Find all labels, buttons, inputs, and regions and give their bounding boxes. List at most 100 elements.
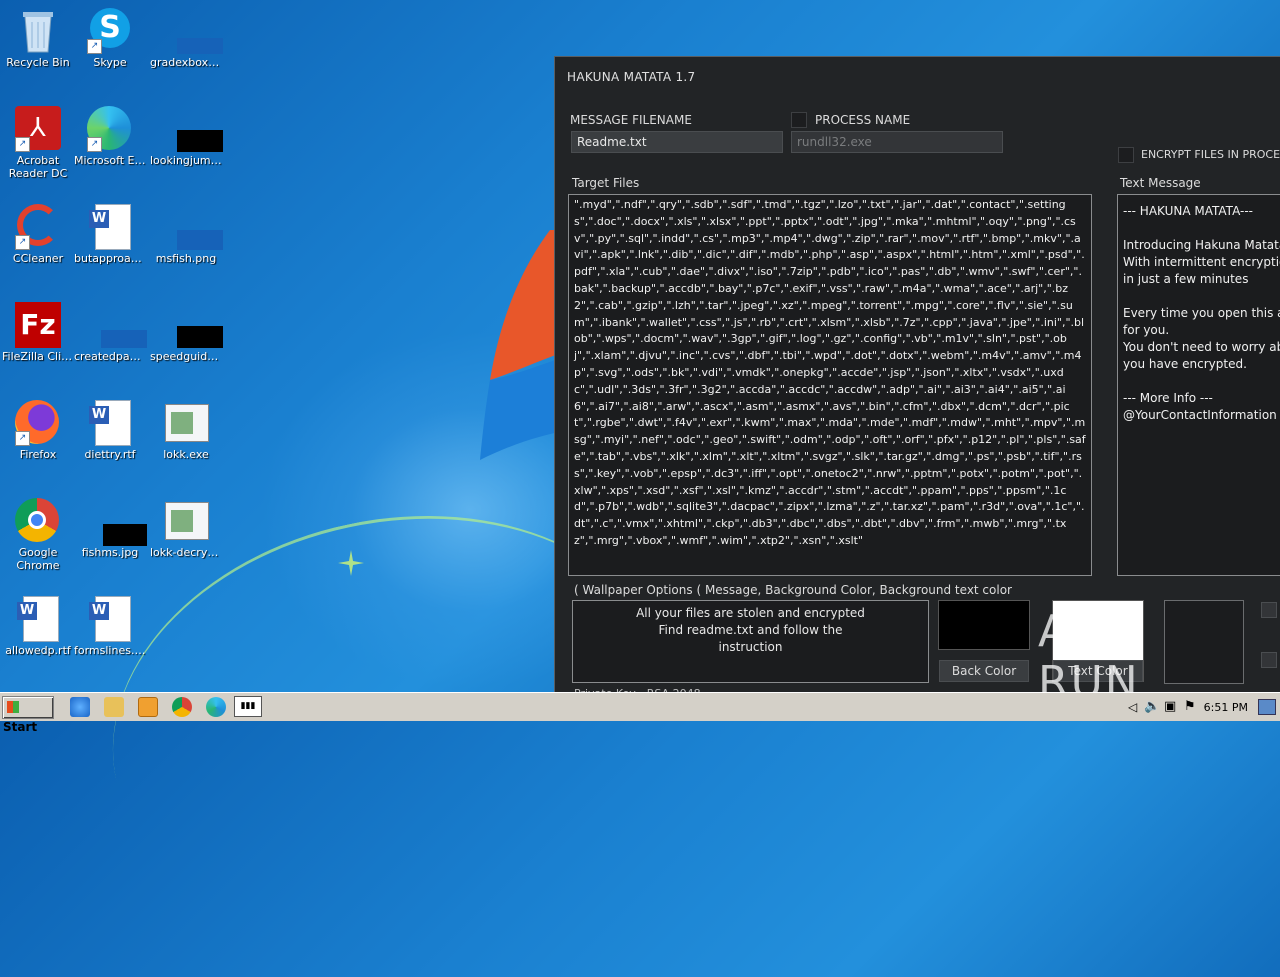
desktop-icon-label: Firefox bbox=[19, 448, 57, 461]
desktop-icon-chrome[interactable]: Google Chrome bbox=[0, 494, 76, 572]
process-name-label: PROCESS NAME bbox=[815, 113, 911, 127]
desktop-icon-label: formslines.rtf bbox=[74, 644, 148, 657]
desktop-icon-lokk-decryp[interactable]: lokk-decryp... bbox=[148, 494, 224, 559]
wallpaper-message-line: instruction bbox=[718, 640, 783, 654]
start-label: Start bbox=[3, 720, 38, 734]
hakuna-matata-window: HAKUNA MATATA 1.7 MESSAGE FILENAME Readm… bbox=[554, 56, 1280, 694]
desktop-icon-firefox[interactable]: ↗ Firefox bbox=[0, 396, 76, 461]
shortcut-arrow-icon: ↗ bbox=[15, 235, 30, 250]
desktop-icon-label: lookingjump... bbox=[150, 154, 224, 167]
desktop-icon-label: msfish.png bbox=[155, 252, 217, 265]
message-filename-label: MESSAGE FILENAME bbox=[570, 113, 692, 127]
desktop-icon-allowedp[interactable]: W allowedp.rtf bbox=[0, 592, 76, 657]
desktop-icon-gradexbox[interactable]: gradexbox.... bbox=[148, 4, 224, 69]
anyrun-watermark: ANY RUN bbox=[1038, 606, 1238, 708]
desktop-icon-label: gradexbox.... bbox=[150, 56, 223, 69]
desktop-icon-acrobat[interactable]: ⅄ ↗ Acrobat Reader DC bbox=[0, 102, 76, 180]
process-name-checkbox[interactable] bbox=[791, 112, 807, 128]
shortcut-arrow-icon: ↗ bbox=[87, 137, 102, 152]
file-icon bbox=[163, 302, 223, 348]
active-app-taskbar-icon[interactable]: ▮▮▮ bbox=[234, 696, 262, 717]
speaker-icon[interactable]: 🔈 bbox=[1144, 699, 1160, 714]
desktop-icon-label: allowedp.rtf bbox=[5, 644, 71, 657]
desktop-icon-label: fishms.jpg bbox=[81, 546, 139, 559]
desktop-icon-msfish[interactable]: msfish.png bbox=[148, 200, 224, 265]
file-icon bbox=[163, 8, 223, 54]
system-tray: ◁ 🔈 ▣ ⚑ 6:51 PM bbox=[1120, 695, 1280, 719]
desktop-icon-formslines[interactable]: W formslines.rtf bbox=[72, 592, 148, 657]
wallpaper-message-line: All your files are stolen and encrypted bbox=[636, 606, 865, 620]
encrypt-in-process-checkbox[interactable] bbox=[1118, 147, 1134, 163]
desktop-icon-label: butapproac... bbox=[74, 252, 148, 265]
desktop-icon-label: speedguideli... bbox=[150, 350, 224, 363]
message-filename-input[interactable]: Readme.txt bbox=[571, 131, 783, 153]
desktop-icon-label: CCleaner bbox=[12, 252, 64, 265]
desktop-icon-label: Recycle Bin bbox=[6, 56, 70, 69]
chrome-icon bbox=[15, 498, 61, 544]
desktop-icon-diettry[interactable]: W diettry.rtf bbox=[72, 396, 148, 461]
desktop-icon-fishms[interactable]: fishms.jpg bbox=[72, 494, 148, 559]
encrypt-in-process-label: ENCRYPT FILES IN PROCESS bbox=[1141, 148, 1280, 161]
process-name-input[interactable]: rundll32.exe bbox=[791, 131, 1003, 153]
wallpaper-options-label: ( Wallpaper Options ( Message, Backgroun… bbox=[574, 583, 1012, 597]
option-button[interactable] bbox=[1261, 652, 1277, 668]
back-color-swatch[interactable] bbox=[938, 600, 1030, 650]
clock[interactable]: 6:51 PM bbox=[1204, 701, 1248, 714]
start-button[interactable]: Start bbox=[2, 696, 54, 734]
wallpaper-message-textarea[interactable]: All your files are stolen and encrypted … bbox=[572, 600, 929, 683]
back-color-button[interactable]: Back Color bbox=[939, 660, 1029, 682]
file-icon bbox=[163, 106, 223, 152]
desktop-icon-ccleaner[interactable]: ↗ CCleaner bbox=[0, 200, 76, 265]
desktop-icon-label: diettry.rtf bbox=[84, 448, 136, 461]
window-title: HAKUNA MATATA 1.7 bbox=[567, 70, 696, 84]
filezilla-icon: Fz bbox=[15, 302, 61, 348]
desktop-icon-speedguideli[interactable]: speedguideli... bbox=[148, 298, 224, 363]
executable-icon bbox=[163, 400, 209, 446]
show-desktop-icon[interactable] bbox=[1258, 699, 1276, 715]
internet-explorer-icon[interactable] bbox=[70, 697, 90, 717]
chrome-taskbar-icon[interactable] bbox=[172, 697, 192, 717]
desktop-icon-label: Acrobat Reader DC bbox=[8, 154, 68, 180]
executable-icon bbox=[163, 498, 209, 544]
wallpaper-sparkle bbox=[338, 550, 364, 576]
wallpaper-message-line: Find readme.txt and follow the bbox=[658, 623, 843, 637]
option-button[interactable] bbox=[1261, 602, 1277, 618]
word-document-icon: W bbox=[87, 400, 133, 446]
chevron-icon[interactable]: ◁ bbox=[1128, 700, 1137, 714]
shortcut-arrow-icon: ↗ bbox=[15, 431, 30, 446]
desktop-icon-recycle-bin[interactable]: Recycle Bin bbox=[0, 4, 76, 69]
flag-icon[interactable]: ⚑ bbox=[1184, 699, 1196, 714]
firefox-icon: ↗ bbox=[15, 400, 61, 446]
shortcut-arrow-icon: ↗ bbox=[15, 137, 30, 152]
edge-taskbar-icon[interactable] bbox=[206, 697, 226, 717]
word-document-icon: W bbox=[87, 596, 133, 642]
ccleaner-icon: ↗ bbox=[15, 204, 61, 250]
desktop-icon-filezilla[interactable]: Fz FileZilla Client bbox=[0, 298, 76, 363]
shortcut-arrow-icon: ↗ bbox=[87, 39, 102, 54]
network-icon[interactable]: ▣ bbox=[1164, 699, 1176, 714]
windows-flag-icon bbox=[7, 701, 19, 713]
image-file-icon bbox=[87, 498, 147, 546]
word-document-icon: W bbox=[15, 596, 61, 642]
desktop-icon-createdpap[interactable]: createdpap... bbox=[72, 298, 148, 363]
desktop-icon-lokk-exe[interactable]: lokk.exe bbox=[148, 396, 224, 461]
recycle-bin-icon bbox=[15, 8, 61, 54]
taskbar: Start ▮▮▮ ◁ 🔈 ▣ ⚑ 6:51 PM bbox=[0, 692, 1280, 734]
media-player-icon[interactable] bbox=[138, 697, 158, 717]
target-files-label: Target Files bbox=[572, 176, 640, 190]
file-explorer-icon[interactable] bbox=[104, 697, 124, 717]
desktop-icon-lookingjump[interactable]: lookingjump... bbox=[148, 102, 224, 167]
desktop-icon-butapproac[interactable]: W butapproac... bbox=[72, 200, 148, 265]
target-files-textarea[interactable]: ".myd",".ndf",".qry",".sdb",".sdf",".tmd… bbox=[568, 194, 1092, 576]
desktop-icon-label: lokk-decryp... bbox=[150, 546, 224, 559]
file-icon bbox=[87, 302, 147, 348]
desktop-icon-skype[interactable]: S ↗ Skype bbox=[72, 4, 148, 69]
desktop-icon-label: createdpap... bbox=[74, 350, 148, 363]
word-document-icon: W bbox=[87, 204, 133, 250]
desktop-icon-label: Skype bbox=[93, 56, 127, 69]
edge-icon: ↗ bbox=[87, 106, 133, 152]
acrobat-icon: ⅄ ↗ bbox=[15, 106, 61, 152]
desktop-icon-edge[interactable]: ↗ Microsoft Edge bbox=[72, 102, 148, 167]
text-message-textarea[interactable]: --- HAKUNA MATATA--- Introducing Hakuna … bbox=[1117, 194, 1280, 576]
desktop-icon-label: FileZilla Client bbox=[2, 350, 76, 363]
